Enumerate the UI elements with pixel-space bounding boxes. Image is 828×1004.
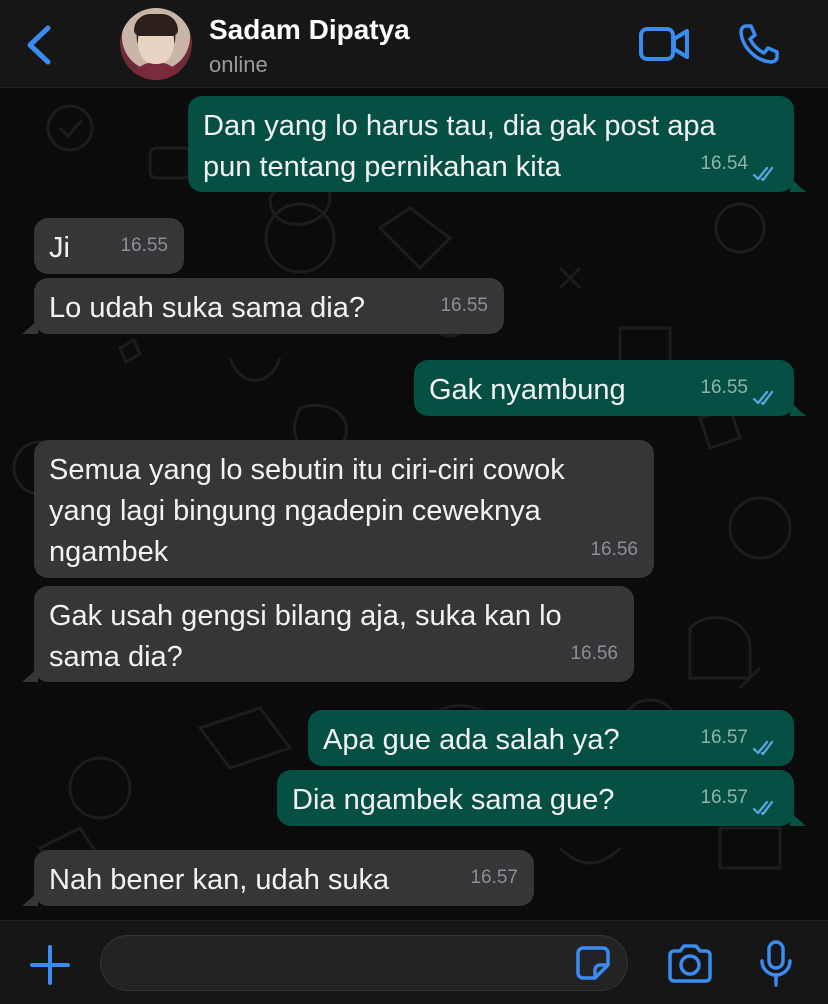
message-text-line: Nah bener kan, udah suka xyxy=(49,864,390,896)
voice-call-button[interactable] xyxy=(737,22,781,66)
message-text-line: Apa gue ada salah ya? xyxy=(323,724,620,756)
message-time: 16.57 xyxy=(700,727,748,748)
camera-icon xyxy=(668,944,712,983)
read-receipt-icon xyxy=(752,390,774,406)
outgoing-message[interactable]: Dan yang lo harus tau, dia gak post apa p… xyxy=(188,96,806,192)
sticker-icon xyxy=(576,946,610,980)
message-text: Gak nyambung xyxy=(429,370,626,411)
message-text-line: Dan yang lo harus tau, dia gak post apa xyxy=(203,110,716,142)
back-button[interactable] xyxy=(20,22,60,68)
message-text: Ji xyxy=(49,228,70,269)
bubble-tail xyxy=(790,812,806,826)
message-time: 16.55 xyxy=(120,235,168,256)
message-text: Lo udah suka sama dia? xyxy=(49,288,365,329)
read-receipt-icon xyxy=(752,740,774,756)
message-time: 16.54 xyxy=(700,153,748,174)
video-camera-icon xyxy=(639,27,689,61)
message-text-line: Ji xyxy=(49,232,70,264)
incoming-message[interactable]: Nah bener kan, udah suka 16.57 xyxy=(22,850,534,906)
message-text: Semua yang lo sebutin itu ciri-ciri cowo… xyxy=(49,450,565,573)
message-time: 16.57 xyxy=(470,867,518,888)
bubble-tail xyxy=(22,668,38,682)
incoming-message[interactable]: Semua yang lo sebutin itu ciri-ciri cowo… xyxy=(34,440,654,578)
message-text-line: Lo udah suka sama dia? xyxy=(49,292,365,324)
message-text-line: Gak usah gengsi bilang aja, suka kan lo xyxy=(49,600,562,632)
read-receipt-icon xyxy=(752,800,774,816)
message-text-line: pun tentang pernikahan kita xyxy=(203,151,561,183)
plus-icon xyxy=(30,945,70,985)
composer-bar xyxy=(0,920,828,1004)
message-text-line: yang lagi bingung ngadepin ceweknya xyxy=(49,495,541,527)
chat-header: Sadam Dipatya online xyxy=(0,0,828,88)
voice-message-button[interactable] xyxy=(758,939,794,989)
incoming-message[interactable]: Ji 16.55 xyxy=(34,218,184,274)
message-time: 16.56 xyxy=(590,539,638,560)
message-input-container[interactable] xyxy=(100,935,628,991)
message-text: Nah bener kan, udah suka xyxy=(49,860,389,901)
message-text: Dia ngambek sama gue? xyxy=(292,780,614,821)
outgoing-message[interactable]: Gak nyambung 16.55 xyxy=(414,360,806,416)
chat-area[interactable]: Dan yang lo harus tau, dia gak post apa p… xyxy=(0,88,828,920)
bubble-tail xyxy=(790,178,806,192)
video-call-button[interactable] xyxy=(638,24,690,64)
outgoing-message[interactable]: Dia ngambek sama gue? 16.57 xyxy=(277,770,806,826)
chevron-left-icon xyxy=(27,25,51,65)
contact-name[interactable]: Sadam Dipatya xyxy=(209,14,410,46)
message-text-line: sama dia? xyxy=(49,641,183,673)
message-text: Apa gue ada salah ya? xyxy=(323,720,620,761)
message-input[interactable] xyxy=(119,946,559,982)
contact-status: online xyxy=(209,52,268,77)
attach-button[interactable] xyxy=(28,943,72,987)
bubble-tail xyxy=(790,402,806,416)
message-text: Dan yang lo harus tau, dia gak post apa p… xyxy=(203,106,716,188)
message-time: 16.56 xyxy=(570,643,618,664)
phone-icon xyxy=(739,24,779,64)
message-time: 16.55 xyxy=(440,295,488,316)
bubble-tail xyxy=(22,320,38,334)
bubble-tail xyxy=(22,892,38,906)
message-text-line: Dia ngambek sama gue? xyxy=(292,784,615,816)
message-text-line: Semua yang lo sebutin itu ciri-ciri cowo… xyxy=(49,454,565,486)
avatar[interactable] xyxy=(120,8,192,80)
read-receipt-icon xyxy=(752,166,774,182)
message-text-line: ngambek xyxy=(49,536,169,568)
message-time: 16.57 xyxy=(700,787,748,808)
microphone-icon xyxy=(760,940,792,987)
incoming-message[interactable]: Gak usah gengsi bilang aja, suka kan lo s… xyxy=(22,586,634,682)
sticker-button[interactable] xyxy=(575,945,611,981)
message-text-line: Gak nyambung xyxy=(429,374,626,406)
incoming-message[interactable]: Lo udah suka sama dia? 16.55 xyxy=(22,278,504,334)
camera-button[interactable] xyxy=(666,943,714,985)
message-time: 16.55 xyxy=(700,377,748,398)
message-text: Gak usah gengsi bilang aja, suka kan lo s… xyxy=(49,596,562,678)
outgoing-message[interactable]: Apa gue ada salah ya? 16.57 xyxy=(308,710,794,766)
